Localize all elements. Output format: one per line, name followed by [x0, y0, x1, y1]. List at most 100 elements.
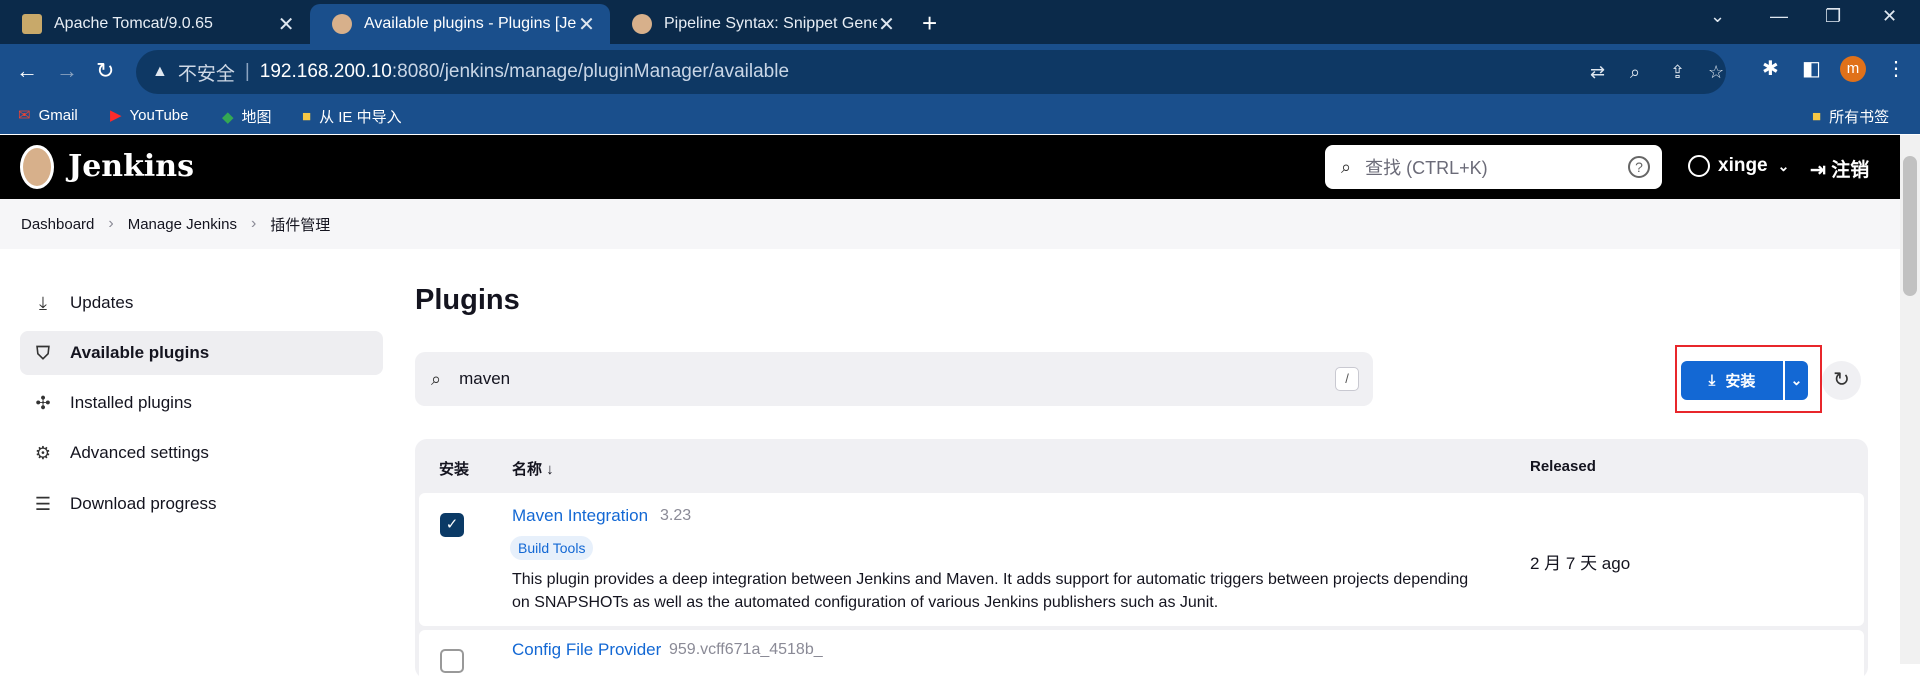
extensions-icon[interactable]: ✱: [1762, 56, 1779, 81]
gmail-icon: ✉: [18, 107, 31, 124]
plugin-name-link[interactable]: Maven Integration: [512, 506, 648, 526]
minimize-icon[interactable]: —: [1770, 6, 1788, 27]
zoom-icon[interactable]: ⌕: [1630, 62, 1640, 83]
bookmark-label: 从 IE 中导入: [319, 109, 402, 126]
bookmark-maps[interactable]: ◆ 地图: [222, 106, 272, 127]
plugin-version: 3.23: [660, 507, 692, 524]
bookmark-label: 所有书签: [1829, 109, 1890, 126]
sidebar-item-advanced-settings[interactable]: ⚙ Advanced settings: [20, 431, 383, 475]
browser-tab-bar: Apache Tomcat/9.0.65 ✕ Available plugins…: [0, 0, 1920, 44]
chevron-down-icon: ⌄: [1777, 157, 1790, 174]
column-header-released[interactable]: Released: [1530, 458, 1596, 475]
jenkins-favicon-icon: [632, 14, 652, 34]
url-path: :8080/jenkins/manage/pluginManager/avail…: [391, 61, 790, 82]
close-window-icon[interactable]: ✕: [1882, 6, 1897, 27]
breadcrumb: Dashboard › Manage Jenkins › 插件管理: [0, 199, 1900, 249]
profile-avatar[interactable]: m: [1840, 56, 1866, 82]
folder-icon: ■: [302, 108, 312, 125]
new-tab-icon[interactable]: +: [922, 8, 937, 39]
all-bookmarks[interactable]: ■ 所有书签: [1812, 106, 1889, 127]
close-tab-icon[interactable]: ✕: [577, 12, 596, 37]
sidebar-item-label: Advanced settings: [70, 443, 209, 462]
sidebar-item-label: Available plugins: [70, 343, 210, 362]
chevron-down-icon[interactable]: ⌄: [1785, 372, 1808, 389]
browser-tab[interactable]: Apache Tomcat/9.0.65 ✕: [0, 4, 310, 44]
translate-icon[interactable]: ⇄: [1590, 62, 1605, 83]
forward-icon[interactable]: →: [56, 58, 78, 84]
browser-tab-active[interactable]: Available plugins - Plugins [Je ✕: [310, 4, 610, 44]
tab-title: Apache Tomcat/9.0.65: [54, 15, 213, 32]
puzzle-icon: ✣: [35, 392, 51, 413]
tomcat-favicon-icon: [22, 14, 42, 34]
sidebar-item-updates[interactable]: ⤓ Updates: [20, 281, 383, 325]
breadcrumb-dashboard[interactable]: Dashboard: [21, 216, 94, 233]
sidebar-item-label: Updates: [70, 293, 134, 312]
back-icon[interactable]: ←: [16, 58, 38, 84]
side-panel-icon[interactable]: ◧: [1802, 56, 1821, 81]
column-header-install: 安装: [439, 461, 470, 478]
browser-tab[interactable]: Pipeline Syntax: Snippet Gene ✕: [610, 4, 910, 44]
jenkins-logo-icon[interactable]: [20, 145, 54, 189]
plugin-category-tag[interactable]: Build Tools: [510, 536, 594, 560]
search-icon: ⌕: [431, 368, 442, 389]
list-icon: ☰: [34, 493, 52, 514]
tab-search-chevron-icon[interactable]: ⌄: [1710, 6, 1725, 27]
url-host: 192.168.200.10: [259, 61, 392, 82]
plugin-checkbox[interactable]: ✓: [440, 513, 464, 537]
bookmark-youtube[interactable]: ▶ YouTube: [110, 106, 189, 125]
plugin-filter-input[interactable]: ⌕ maven /: [415, 352, 1373, 406]
search-input[interactable]: ⌕ 查找 (CTRL+K) ?: [1325, 145, 1662, 189]
bookmark-star-icon[interactable]: ☆: [1708, 62, 1724, 83]
bookmark-label: YouTube: [129, 106, 189, 124]
sidebar-item-available-plugins[interactable]: ⛉ Available plugins: [20, 331, 383, 375]
bookmark-gmail[interactable]: ✉ Gmail: [18, 106, 78, 125]
help-icon[interactable]: ?: [1628, 156, 1650, 178]
close-tab-icon[interactable]: ✕: [877, 12, 896, 37]
download-icon: ⤓: [1708, 372, 1716, 389]
breadcrumb-plugin-manager[interactable]: 插件管理: [270, 214, 330, 235]
user-icon: [1688, 155, 1710, 177]
close-tab-icon[interactable]: ✕: [276, 12, 296, 37]
divider: |: [244, 61, 250, 82]
jenkins-header: Jenkins ⌕ 查找 (CTRL+K) ? xinge ⌄ ⇥ 注销: [0, 135, 1900, 199]
url-input[interactable]: ▲ 不安全 | 192.168.200.10 :8080/jenkins/man…: [136, 50, 1726, 94]
sidebar-item-download-progress[interactable]: ☰ Download progress: [20, 482, 383, 526]
search-icon: ⌕: [1341, 156, 1352, 177]
filter-value: maven: [459, 369, 511, 388]
sidebar-item-installed-plugins[interactable]: ✣ Installed plugins: [20, 381, 383, 425]
refresh-icon[interactable]: ↻: [1822, 361, 1861, 400]
warning-icon: ▲: [152, 63, 168, 80]
plugin-version: 959.vcff671a_4518b_: [669, 641, 823, 658]
plugin-released: 2 月 7 天 ago: [1530, 554, 1631, 573]
breadcrumb-manage-jenkins[interactable]: Manage Jenkins: [128, 216, 237, 233]
install-button[interactable]: ⤓ 安装 ⌄: [1681, 361, 1808, 400]
jenkins-title[interactable]: Jenkins: [68, 149, 194, 184]
youtube-icon: ▶: [110, 107, 122, 124]
logout-label: 注销: [1831, 160, 1870, 181]
plugin-checkbox[interactable]: [440, 649, 464, 673]
install-main-button[interactable]: ⤓ 安装: [1681, 361, 1785, 400]
share-icon[interactable]: ⇪: [1670, 62, 1685, 83]
logout-button[interactable]: ⇥ 注销: [1810, 155, 1869, 182]
tab-title: Pipeline Syntax: Snippet Gene: [664, 15, 878, 32]
folder-icon: ■: [1812, 108, 1822, 125]
user-menu[interactable]: xinge ⌄: [1688, 155, 1789, 177]
page-title: Plugins: [415, 284, 520, 316]
search-placeholder: 查找 (CTRL+K): [1365, 158, 1488, 178]
column-header-name[interactable]: 名称 ↓: [512, 458, 554, 479]
sidebar-item-label: Installed plugins: [70, 393, 192, 412]
download-icon: ⤓: [39, 292, 47, 313]
gear-icon: ⚙: [34, 442, 52, 463]
maps-icon: ◆: [222, 108, 234, 126]
bookmark-import-ie[interactable]: ■ 从 IE 中导入: [302, 106, 402, 127]
scrollbar-thumb[interactable]: [1903, 156, 1917, 296]
logout-icon: ⇥: [1810, 160, 1826, 181]
plugin-name-link[interactable]: Config File Provider: [512, 640, 661, 660]
plugin-description: This plugin provides a deep integration …: [512, 571, 1469, 611]
address-bar-area: ← → ↻ ▲ 不安全 | 192.168.200.10 :8080/jenki…: [0, 44, 1920, 100]
table-row: [419, 630, 1864, 690]
chevron-right-icon: ›: [108, 215, 114, 232]
menu-icon[interactable]: ⋮: [1886, 56, 1906, 81]
reload-icon[interactable]: ↻: [96, 58, 114, 84]
restore-icon[interactable]: ❐: [1825, 6, 1841, 27]
